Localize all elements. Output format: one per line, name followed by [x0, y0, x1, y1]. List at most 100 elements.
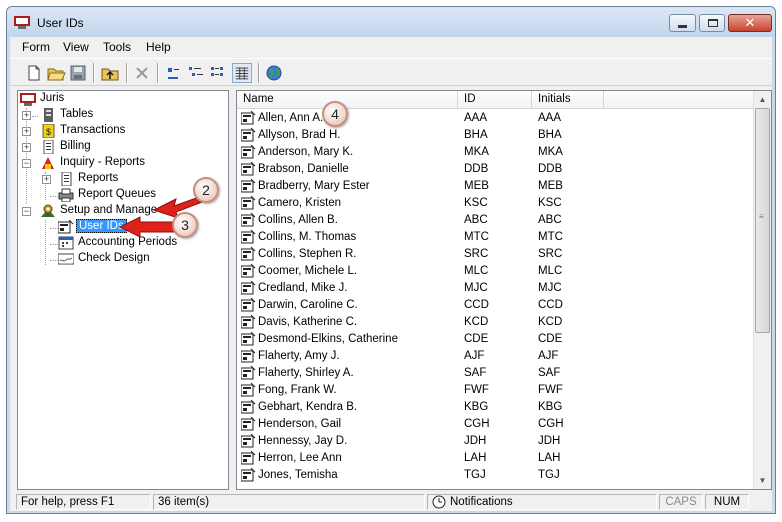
user-id-icon: [241, 281, 256, 295]
table-row[interactable]: Flaherty, Shirley A. SAF SAF: [237, 365, 753, 382]
window-title: User IDs: [37, 16, 84, 30]
accounting-periods-icon: [58, 236, 74, 250]
menu-view[interactable]: View: [63, 40, 89, 54]
tree-item-juris[interactable]: Juris: [20, 91, 220, 107]
cell-initials: SAF: [538, 367, 561, 379]
user-id-icon: [241, 349, 256, 363]
table-row[interactable]: Darwin, Caroline C. CCD CCD: [237, 297, 753, 314]
inquiry-reports-icon: [42, 157, 54, 169]
table-row[interactable]: Herron, Lee Ann LAH LAH: [237, 450, 753, 467]
column-header-initials[interactable]: Initials: [532, 91, 604, 109]
tree-item-tables[interactable]: + Tables: [20, 107, 220, 123]
table-row[interactable]: Hennessy, Jay D. JDH JDH: [237, 433, 753, 450]
table-row[interactable]: Flaherty, Amy J. AJF AJF: [237, 348, 753, 365]
cell-name: Darwin, Caroline C.: [258, 299, 358, 311]
callout-badge-3: 3: [172, 212, 198, 238]
tree-item-check-design[interactable]: Check Design: [20, 251, 220, 267]
cell-name: Henderson, Gail: [258, 418, 342, 430]
transactions-icon: $: [42, 124, 55, 138]
open-icon[interactable]: [46, 63, 66, 83]
user-id-icon: [241, 315, 256, 329]
table-row[interactable]: Credland, Mike J. MJC MJC: [237, 280, 753, 297]
tree-item-reports[interactable]: + Reports: [20, 171, 220, 187]
cell-name: Flaherty, Shirley A.: [258, 367, 354, 379]
user-id-icon: [241, 383, 256, 397]
user-id-icon: [241, 400, 256, 414]
table-row[interactable]: Collins, M. Thomas MTC MTC: [237, 229, 753, 246]
large-icons-icon[interactable]: [164, 63, 184, 83]
expand-icon[interactable]: +: [22, 111, 31, 120]
maximize-button[interactable]: [699, 14, 725, 32]
user-id-icon: [241, 451, 256, 465]
table-row[interactable]: Camero, Kristen KSC KSC: [237, 195, 753, 212]
user-id-icon: [241, 162, 256, 176]
collapse-icon[interactable]: −: [22, 159, 31, 168]
svg-text:$: $: [46, 127, 51, 137]
status-notifications[interactable]: Notifications: [427, 494, 657, 510]
cell-id: DDB: [464, 163, 489, 175]
collapse-icon[interactable]: −: [22, 207, 31, 216]
cell-initials: LAH: [538, 452, 561, 464]
table-row[interactable]: Bradberry, Mary Ester MEB MEB: [237, 178, 753, 195]
menu-form[interactable]: Form: [22, 40, 50, 54]
up-folder-icon[interactable]: [100, 63, 120, 83]
cell-id: ABC: [464, 214, 488, 226]
callout-arrow-3: [118, 216, 177, 238]
close-icon: ✕: [744, 15, 756, 30]
cell-initials: CCD: [538, 299, 563, 311]
user-id-icon: [241, 213, 256, 227]
expand-icon[interactable]: +: [42, 175, 51, 184]
expand-icon[interactable]: +: [22, 127, 31, 136]
cell-name: Herron, Lee Ann: [258, 452, 342, 464]
save-icon[interactable]: [68, 63, 88, 83]
close-button[interactable]: ✕: [728, 14, 772, 32]
table-row[interactable]: Desmond-Elkins, Catherine CDE CDE: [237, 331, 753, 348]
cell-id: MKA: [464, 146, 489, 158]
table-row[interactable]: Gebhart, Kendra B. KBG KBG: [237, 399, 753, 416]
app-icon: [14, 16, 30, 29]
delete-icon[interactable]: [132, 63, 152, 83]
table-row[interactable]: Anderson, Mary K. MKA MKA: [237, 144, 753, 161]
notifications-label: Notifications: [450, 496, 513, 508]
table-row[interactable]: Allyson, Brad H. BHA BHA: [237, 127, 753, 144]
toolbar-separator: [157, 63, 159, 83]
cell-name: Flaherty, Amy J.: [258, 350, 340, 362]
table-row[interactable]: Collins, Allen B. ABC ABC: [237, 212, 753, 229]
list-view-icon[interactable]: [208, 63, 228, 83]
cell-initials: KSC: [538, 197, 562, 209]
scroll-down-icon[interactable]: ▼: [754, 472, 771, 489]
menu-help[interactable]: Help: [146, 40, 171, 54]
new-icon[interactable]: [24, 63, 44, 83]
table-row[interactable]: Allen, Ann A. AAA AAA: [237, 110, 753, 127]
table-row[interactable]: Davis, Katherine C. KCD KCD: [237, 314, 753, 331]
minimize-icon: [678, 25, 687, 28]
table-row[interactable]: Coomer, Michele L. MLC MLC: [237, 263, 753, 280]
scroll-thumb[interactable]: ≡: [755, 108, 770, 333]
tree-item-inquiry-reports[interactable]: − Inquiry - Reports: [20, 155, 220, 171]
cell-name: Hennessy, Jay D.: [258, 435, 348, 447]
scroll-up-icon[interactable]: ▲: [754, 91, 771, 108]
table-row[interactable]: Brabson, Danielle DDB DDB: [237, 161, 753, 178]
title-bar[interactable]: User IDs ✕: [7, 7, 775, 37]
small-icons-icon[interactable]: [186, 63, 206, 83]
tree-label: Reports: [78, 172, 119, 184]
tree-item-transactions[interactable]: + $ Transactions: [20, 123, 220, 139]
table-row[interactable]: Henderson, Gail CGH CGH: [237, 416, 753, 433]
user-ids-list[interactable]: Name ID Initials Allen, Ann A. AAA AAA Ally…: [236, 90, 772, 490]
user-id-icon: [241, 179, 256, 193]
tree-item-billing[interactable]: + Billing: [20, 139, 220, 155]
menu-tools[interactable]: Tools: [103, 40, 131, 54]
callout-badge-4: 4: [322, 101, 348, 127]
details-view-icon[interactable]: [232, 63, 252, 83]
globe-icon[interactable]: [264, 63, 284, 83]
vertical-scrollbar[interactable]: ▲ ≡ ▼: [753, 91, 771, 489]
column-header-name[interactable]: Name: [237, 91, 458, 109]
column-header-id[interactable]: ID: [458, 91, 532, 109]
minimize-button[interactable]: [669, 14, 696, 32]
table-row[interactable]: Collins, Stephen R. SRC SRC: [237, 246, 753, 263]
navigation-tree[interactable]: Juris + Tables + $ Transactions + Billin…: [17, 90, 229, 490]
table-row[interactable]: Fong, Frank W. FWF FWF: [237, 382, 753, 399]
table-row[interactable]: Jones, Temisha TGJ TGJ: [237, 467, 753, 484]
expand-icon[interactable]: +: [22, 143, 31, 152]
cell-name: Desmond-Elkins, Catherine: [258, 333, 398, 345]
